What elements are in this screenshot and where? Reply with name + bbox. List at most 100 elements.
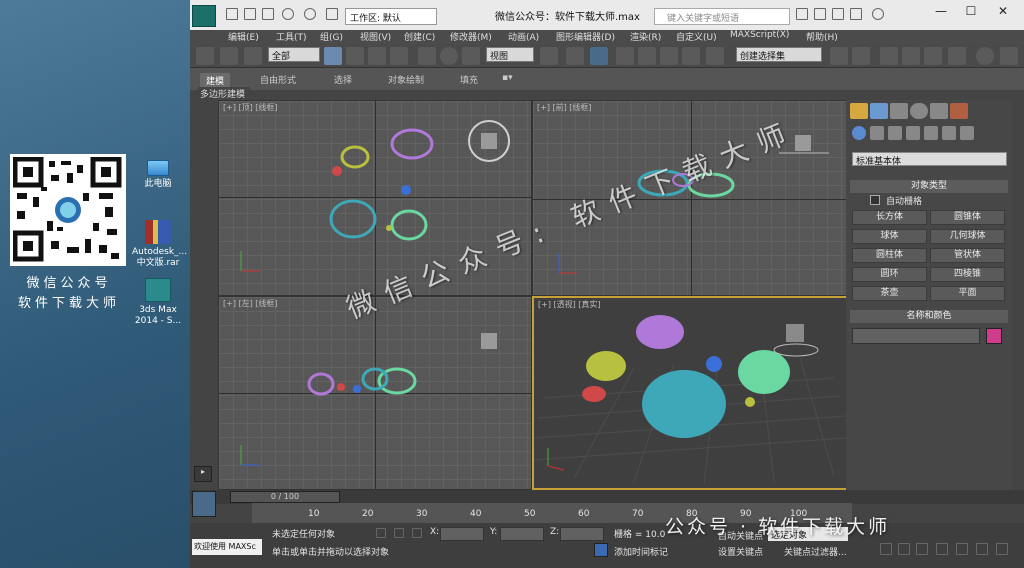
- cone-button[interactable]: 圆锥体: [930, 210, 1005, 225]
- name-color-header[interactable]: 名称和颜色: [850, 310, 1008, 323]
- systems-icon[interactable]: [960, 126, 974, 140]
- zoom-icon[interactable]: [936, 543, 948, 555]
- torus-button[interactable]: 圆环: [852, 267, 927, 282]
- redo-icon[interactable]: [304, 8, 316, 20]
- pyramid-button[interactable]: 四棱锥: [930, 267, 1005, 282]
- play-expand-icon[interactable]: ▸: [194, 466, 212, 482]
- lights-icon[interactable]: [888, 126, 902, 140]
- create-tab-icon[interactable]: [850, 103, 868, 119]
- project-folder-icon[interactable]: [326, 8, 338, 20]
- plane-button[interactable]: 平面: [930, 286, 1005, 301]
- tab-populate[interactable]: 填充: [460, 73, 478, 86]
- menu-animation[interactable]: 动画(A): [508, 30, 539, 43]
- open-file-icon[interactable]: [244, 8, 256, 20]
- undo-icon[interactable]: [282, 8, 294, 20]
- desktop-icon-autodesk-rar[interactable]: Autodesk_... 中文版.rar: [132, 220, 187, 269]
- key-filters-button[interactable]: 关键点过滤器...: [784, 545, 847, 558]
- geosphere-button[interactable]: 几何球体: [930, 229, 1005, 244]
- mini-curve-editor-icon[interactable]: [192, 491, 216, 517]
- tube-button[interactable]: 管状体: [930, 248, 1005, 263]
- named-selection-dropdown[interactable]: 创建选择集: [736, 47, 822, 62]
- percent-snap-icon[interactable]: [660, 47, 678, 65]
- close-button[interactable]: ✕: [988, 4, 1018, 24]
- tab-modeling[interactable]: 建模: [200, 73, 231, 88]
- category-dropdown[interactable]: 标准基本体: [852, 152, 1007, 167]
- material-editor-icon[interactable]: [948, 47, 966, 65]
- maxscript-listener[interactable]: 欢迎使用 MAXSc: [192, 539, 262, 555]
- play-icon[interactable]: [898, 543, 910, 555]
- object-name-input[interactable]: [852, 328, 980, 344]
- keyboard-shortcut-icon[interactable]: [590, 47, 608, 65]
- time-slider-handle[interactable]: 0 / 100: [230, 491, 340, 503]
- pivot-center-icon[interactable]: [540, 47, 558, 65]
- hierarchy-tab-icon[interactable]: [890, 103, 908, 119]
- orbit-icon[interactable]: [976, 543, 988, 555]
- menu-tools[interactable]: 工具(T): [276, 30, 307, 43]
- binoculars-icon[interactable]: [796, 8, 808, 20]
- helpers-icon[interactable]: [924, 126, 938, 140]
- graphite-tools-icon[interactable]: [902, 47, 920, 65]
- teapot-button[interactable]: 茶壶: [852, 286, 927, 301]
- autogrid-checkbox[interactable]: [870, 195, 880, 205]
- selection-filter-dropdown[interactable]: 全部: [268, 47, 320, 62]
- time-tag-icon[interactable]: [594, 543, 608, 557]
- spinner-snap-icon[interactable]: [682, 47, 700, 65]
- shapes-icon[interactable]: [870, 126, 884, 140]
- motion-tab-icon[interactable]: [910, 103, 928, 119]
- set-key-button[interactable]: 设置关键点: [718, 545, 763, 558]
- box-button[interactable]: 长方体: [852, 210, 927, 225]
- menu-modifiers[interactable]: 修改器(M): [450, 30, 492, 43]
- tab-freeform[interactable]: 自由形式: [260, 73, 296, 86]
- maximize-viewport-icon[interactable]: [996, 543, 1008, 555]
- menu-create[interactable]: 创建(C): [404, 30, 435, 43]
- menu-graph-editors[interactable]: 图形编辑器(D): [556, 30, 615, 43]
- goto-start-icon[interactable]: [880, 543, 892, 555]
- menu-group[interactable]: 组(G): [320, 30, 343, 43]
- new-file-icon[interactable]: [226, 8, 238, 20]
- rectangle-selection-icon[interactable]: [368, 47, 386, 65]
- close-search-icon[interactable]: [850, 8, 862, 20]
- maximize-button[interactable]: ☐: [956, 4, 986, 24]
- edit-named-selection-icon[interactable]: [706, 47, 724, 65]
- cameras-icon[interactable]: [906, 126, 920, 140]
- unlink-icon[interactable]: [220, 47, 238, 65]
- menu-edit[interactable]: 编辑(E): [228, 30, 259, 43]
- object-color-swatch[interactable]: [986, 328, 1002, 344]
- select-by-name-icon[interactable]: [346, 47, 364, 65]
- modify-tab-icon[interactable]: [870, 103, 888, 119]
- sphere-button[interactable]: 球体: [852, 229, 927, 244]
- help-icon[interactable]: [872, 8, 884, 20]
- render-frame-icon[interactable]: [1000, 47, 1018, 65]
- polygon-modeling-label[interactable]: 多边形建模: [198, 87, 250, 100]
- snaps-toggle-icon[interactable]: [616, 47, 634, 65]
- tab-object-paint[interactable]: 对象绘制: [388, 73, 424, 86]
- display-tab-icon[interactable]: [930, 103, 948, 119]
- utilities-tab-icon[interactable]: [950, 103, 968, 119]
- window-crossing-icon[interactable]: [390, 47, 408, 65]
- lock-selection-icon[interactable]: [394, 528, 404, 538]
- workspace-dropdown[interactable]: 工作区: 默认: [345, 8, 437, 25]
- pan-icon[interactable]: [956, 543, 968, 555]
- menu-help[interactable]: 帮助(H): [806, 30, 838, 43]
- select-manipulate-icon[interactable]: [566, 47, 584, 65]
- absolute-mode-icon[interactable]: [412, 528, 422, 538]
- menu-rendering[interactable]: 渲染(R): [630, 30, 661, 43]
- tab-selection[interactable]: 选择: [334, 73, 352, 86]
- angle-snap-icon[interactable]: [638, 47, 656, 65]
- move-icon[interactable]: [418, 47, 436, 65]
- curve-editor-icon[interactable]: [924, 47, 942, 65]
- minimize-button[interactable]: —: [926, 4, 956, 24]
- x-coord-field[interactable]: [440, 527, 484, 541]
- desktop-icon-this-pc[interactable]: 此电脑: [132, 160, 184, 190]
- save-icon[interactable]: [262, 8, 274, 20]
- geometry-icon[interactable]: [852, 126, 866, 140]
- menu-customize[interactable]: 自定义(U): [676, 30, 717, 43]
- time-slider[interactable]: 0 / 100: [190, 490, 1024, 504]
- viewport-left[interactable]: [+] [左] [线框]: [218, 296, 532, 490]
- y-coord-field[interactable]: [500, 527, 544, 541]
- scale-icon[interactable]: [462, 47, 480, 65]
- align-icon[interactable]: [852, 47, 870, 65]
- mirror-icon[interactable]: [830, 47, 848, 65]
- cylinder-button[interactable]: 圆柱体: [852, 248, 927, 263]
- z-coord-field[interactable]: [560, 527, 604, 541]
